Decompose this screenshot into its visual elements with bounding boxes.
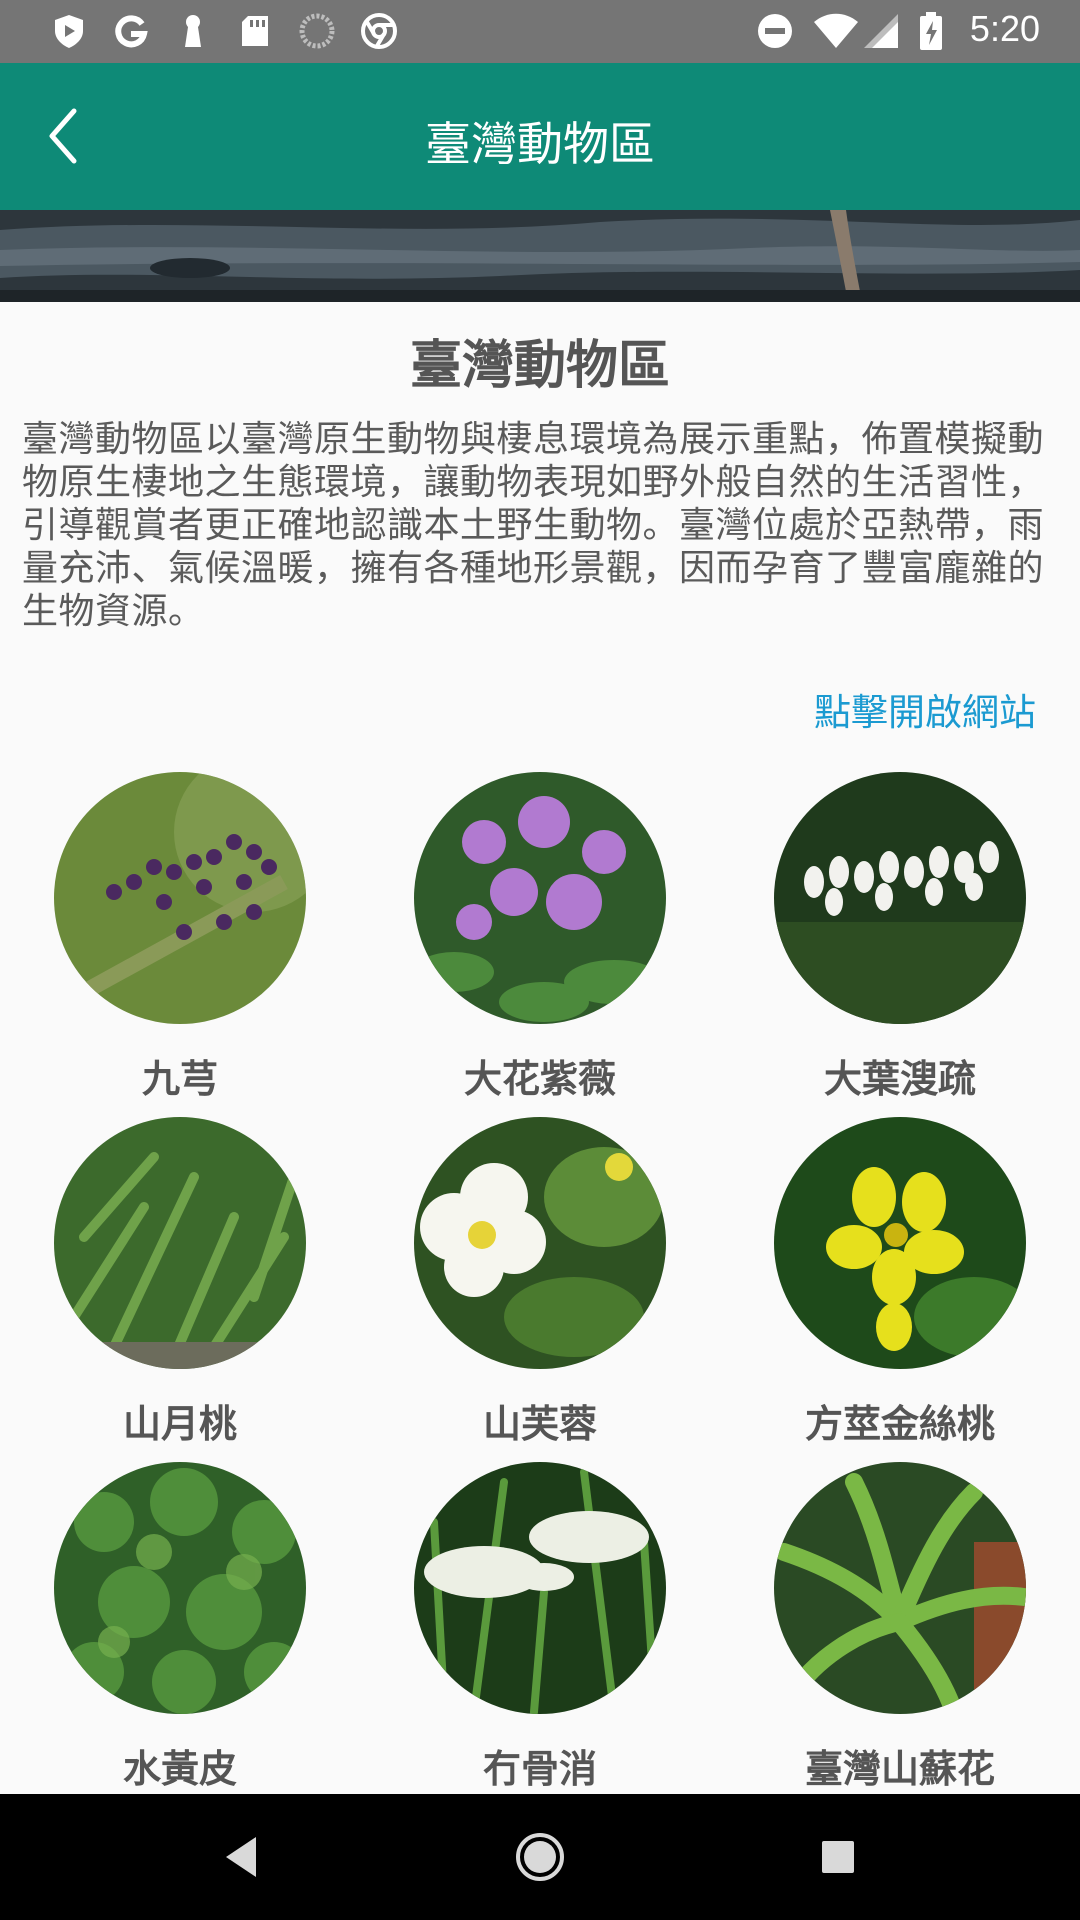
plant-card[interactable]: 臺灣山蘇花: [720, 1462, 1080, 1807]
plant-photo: [54, 1462, 306, 1714]
recents-square-icon[interactable]: [803, 1822, 873, 1892]
plant-card[interactable]: 山月桃: [0, 1117, 360, 1462]
keyhole-icon: [185, 15, 201, 47]
plant-name: 山月桃: [122, 1402, 237, 1446]
banner-image: [0, 210, 1080, 302]
app-bar: 臺灣動物區: [0, 63, 1080, 210]
loading-icon: [299, 13, 335, 49]
battery-charging-icon: [920, 12, 942, 50]
chrome-icon: [361, 13, 397, 49]
app-bar-title: 臺灣動物區: [425, 117, 655, 171]
navigation-bar: [0, 1794, 1080, 1920]
plant-card[interactable]: 大花紫薇: [360, 772, 720, 1117]
log-graphic: [0, 210, 1080, 302]
plant-name: 方莖金絲桃: [804, 1402, 995, 1446]
play-protect-icon: [55, 15, 83, 48]
plant-name: 九芎: [141, 1057, 218, 1101]
clock: 5:20: [969, 8, 1040, 49]
sd-card-icon: [242, 16, 268, 46]
plant-photo: [774, 772, 1026, 1024]
plant-photo: [774, 1117, 1026, 1369]
plant-photo: [54, 1117, 306, 1369]
plant-name: 臺灣山蘇花: [804, 1747, 995, 1791]
section-title: 臺灣動物區: [409, 336, 670, 396]
plant-name: 大葉溲疏: [823, 1057, 976, 1101]
plant-card[interactable]: 九芎: [0, 772, 360, 1117]
plant-photo: [414, 772, 666, 1024]
open-website-link[interactable]: 點擊開啟網站: [814, 682, 1036, 736]
signal-icon: [864, 14, 898, 48]
plant-card[interactable]: 冇骨消: [360, 1462, 720, 1807]
plant-name: 山芙蓉: [482, 1402, 597, 1446]
plant-name: 水黃皮: [122, 1747, 237, 1791]
plant-card[interactable]: 大葉溲疏: [720, 772, 1080, 1117]
plant-name: 冇骨消: [482, 1747, 597, 1791]
back-triangle-icon[interactable]: [206, 1822, 276, 1892]
plant-photo: [54, 772, 306, 1024]
plant-photo: [414, 1117, 666, 1369]
description-text: 臺灣動物區以臺灣原生動物與棲息環境為展示重點，佈置模擬動物原生棲地之生態環境，讓…: [22, 419, 1045, 632]
home-circle-icon[interactable]: [505, 1822, 575, 1892]
plant-photo: [774, 1462, 1026, 1714]
plant-name: 大花紫薇: [463, 1057, 616, 1101]
plant-card[interactable]: 山芙蓉: [360, 1117, 720, 1462]
plant-card[interactable]: 水黃皮: [0, 1462, 360, 1807]
status-bar: 5:20: [0, 0, 1080, 63]
wifi-icon: [814, 13, 858, 48]
plant-photo: [414, 1462, 666, 1714]
do-not-disturb-icon: [758, 14, 792, 48]
google-icon: [115, 15, 148, 48]
plant-card[interactable]: 方莖金絲桃: [720, 1117, 1080, 1462]
